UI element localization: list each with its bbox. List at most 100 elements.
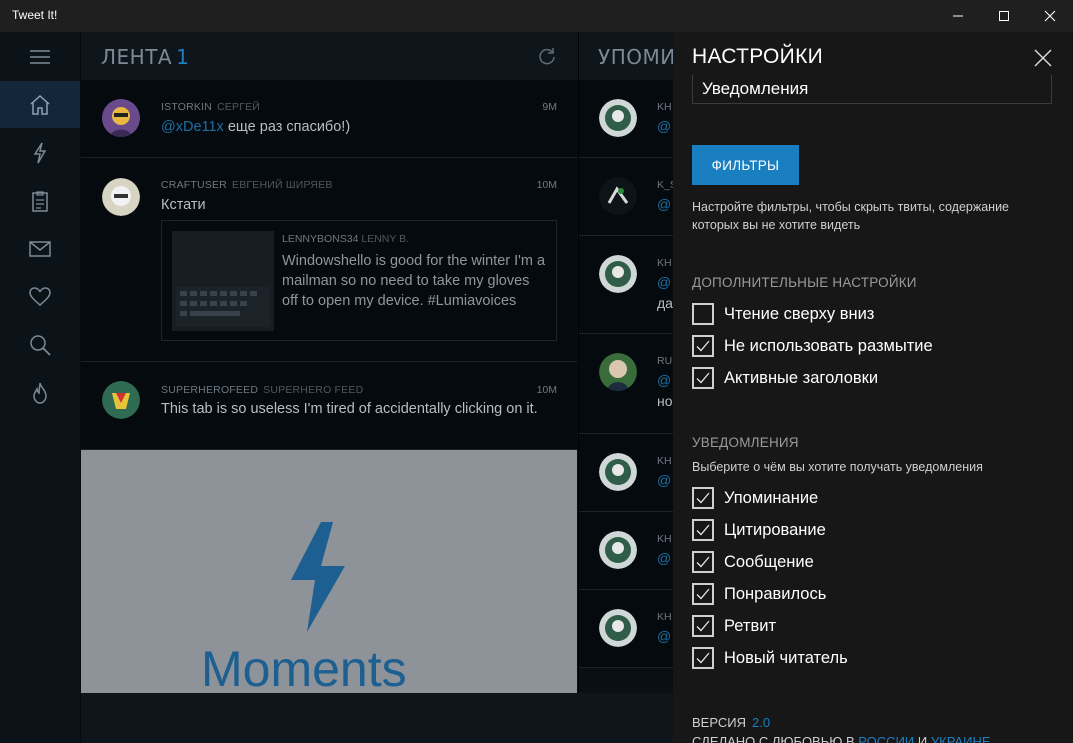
- refresh-icon[interactable]: [537, 46, 557, 66]
- checkbox-box[interactable]: [692, 583, 714, 605]
- mention-handle: KH: [657, 257, 672, 269]
- mention-link[interactable]: @: [657, 118, 671, 134]
- mention-link[interactable]: @: [657, 550, 671, 566]
- tweet-display-name: СЕРГЕЙ: [217, 101, 261, 113]
- avatar[interactable]: [599, 609, 637, 647]
- mention-link[interactable]: @: [657, 274, 671, 290]
- quoted-tweet-image[interactable]: [172, 231, 274, 331]
- checkbox-box[interactable]: [692, 615, 714, 637]
- checkbox-active-headers[interactable]: Активные заголовки: [692, 366, 878, 390]
- tweet-item[interactable]: SUPERHEROFEED SUPERHERO FEED 10M This tab…: [81, 362, 577, 450]
- minimize-button[interactable]: [935, 0, 981, 32]
- filters-button[interactable]: ФИЛЬТРЫ: [692, 145, 799, 185]
- mention-item[interactable]: KH @: [579, 512, 673, 590]
- checkbox-box[interactable]: [692, 487, 714, 509]
- check-icon: [696, 556, 710, 568]
- nav-item-search[interactable]: [0, 321, 80, 368]
- checkbox-no-blur[interactable]: Не использовать размытие: [692, 334, 933, 358]
- nav-item-trends[interactable]: [0, 369, 80, 416]
- mention-link[interactable]: @: [657, 372, 671, 388]
- lightning-icon: [291, 522, 345, 632]
- checkbox-box[interactable]: [692, 551, 714, 573]
- tweet-handle[interactable]: ISTORKIN СЕРГЕЙ: [161, 101, 260, 113]
- mention-item[interactable]: KH @: [579, 80, 673, 158]
- tweet-mention-link[interactable]: @xDe11x: [161, 119, 224, 135]
- avatar[interactable]: [599, 453, 637, 491]
- checkbox-box[interactable]: [692, 367, 714, 389]
- checkbox-label: Новый читатель: [724, 648, 848, 667]
- nav-item-home[interactable]: [0, 81, 80, 128]
- mention-handle: RU: [657, 355, 673, 367]
- avatar[interactable]: [102, 178, 140, 216]
- russia-link[interactable]: РОССИИ: [858, 734, 914, 743]
- mention-handle: KH: [657, 611, 672, 623]
- checkbox-notify-message[interactable]: Сообщение: [692, 550, 814, 574]
- close-icon: [1044, 10, 1056, 22]
- nav-item-messages[interactable]: [0, 225, 80, 272]
- mention-item[interactable]: KH @: [579, 434, 673, 512]
- quoted-handle-text: LENNYBONS34: [282, 233, 359, 245]
- made-and: И: [917, 734, 928, 743]
- checkbox-box[interactable]: [692, 519, 714, 541]
- mention-link[interactable]: @: [657, 472, 671, 488]
- settings-panel: НАСТРОЙКИ Уведомления ФИЛЬТРЫ Настройте …: [673, 32, 1073, 743]
- search-icon: [30, 334, 51, 356]
- checkbox-box[interactable]: [692, 303, 714, 325]
- filters-description: Настройте фильтры, чтобы скрыть твиты, с…: [692, 200, 1010, 232]
- quoted-display-name: LENNY B.: [361, 233, 410, 245]
- tweet-handle[interactable]: SUPERHEROFEED SUPERHERO FEED: [161, 384, 363, 396]
- nav-item-likes[interactable]: [0, 273, 80, 320]
- checkbox-notify-mention[interactable]: Упоминание: [692, 486, 818, 510]
- made-prefix: СДЕЛАНО С ЛЮБОВЬЮ В: [692, 734, 855, 743]
- ukraine-link[interactable]: УКРАИНЕ: [931, 734, 991, 743]
- hamburger-menu-button[interactable]: [0, 33, 80, 80]
- avatar[interactable]: [599, 353, 637, 391]
- avatar-image: [599, 353, 637, 391]
- moments-image[interactable]: Moments: [81, 450, 577, 693]
- tweet-text: Кстати: [161, 197, 206, 213]
- tweet-item[interactable]: CRAFTUSER ЕВГЕНИЙ ШИРЯЕВ 10M Кстати LENNY…: [81, 158, 577, 362]
- close-window-button[interactable]: [1027, 0, 1073, 32]
- settings-section-select[interactable]: Уведомления: [692, 75, 1052, 104]
- quoted-tweet-handle[interactable]: LENNYBONS34 LENNY B.: [282, 233, 409, 245]
- nav-item-moments[interactable]: [0, 129, 80, 176]
- mention-item[interactable]: KH @: [579, 590, 673, 668]
- checkbox-notify-retweet[interactable]: Ретвит: [692, 614, 776, 638]
- tweet-handle-text: CRAFTUSER: [161, 179, 227, 191]
- tweet-text-body: еще раз спасибо!): [223, 119, 351, 135]
- checkbox-notify-like[interactable]: Понравилось: [692, 582, 826, 606]
- mention-link[interactable]: @: [657, 628, 671, 644]
- tweet-handle-text: ISTORKIN: [161, 101, 212, 113]
- quoted-tweet[interactable]: LENNYBONS34 LENNY B. Windowshello is goo…: [161, 220, 557, 341]
- mention-link[interactable]: @: [657, 196, 671, 212]
- avatar-image: [102, 99, 140, 137]
- tweet-handle[interactable]: CRAFTUSER ЕВГЕНИЙ ШИРЯЕВ: [161, 179, 333, 191]
- checkbox-box[interactable]: [692, 647, 714, 669]
- checkbox-notify-quote[interactable]: Цитирование: [692, 518, 826, 542]
- avatar[interactable]: [102, 381, 140, 419]
- side-nav: [0, 32, 81, 743]
- avatar[interactable]: [102, 99, 140, 137]
- nav-item-lists[interactable]: [0, 177, 80, 224]
- tweet-item[interactable]: ISTORKIN СЕРГЕЙ 9M @xDe11x еще раз спасиб…: [81, 80, 577, 158]
- avatar[interactable]: [599, 177, 637, 215]
- avatar[interactable]: [599, 255, 637, 293]
- tweet-display-name: ЕВГЕНИЙ ШИРЯЕВ: [231, 179, 333, 191]
- mention-item[interactable]: KH @ да: [579, 236, 673, 334]
- check-icon: [696, 620, 710, 632]
- settings-close-button[interactable]: [1031, 46, 1055, 70]
- version-label: ВЕРСИЯ: [692, 715, 746, 730]
- close-icon: [1034, 49, 1052, 67]
- checkbox-notify-new-follower[interactable]: Новый читатель: [692, 646, 848, 670]
- avatar[interactable]: [599, 99, 637, 137]
- checkbox-label: Цитирование: [724, 520, 826, 539]
- avatar[interactable]: [599, 531, 637, 569]
- maximize-button[interactable]: [981, 0, 1027, 32]
- checkbox-read-top-to-bottom[interactable]: Чтение сверху вниз: [692, 302, 874, 326]
- mention-item[interactable]: RU @ но: [579, 334, 673, 434]
- checkbox-box[interactable]: [692, 335, 714, 357]
- mention-item[interactable]: K_S @: [579, 158, 677, 236]
- feed-header: ЛЕНТА 1: [81, 32, 578, 80]
- checkbox-label: Сообщение: [724, 552, 814, 571]
- mention-text: но: [657, 393, 673, 409]
